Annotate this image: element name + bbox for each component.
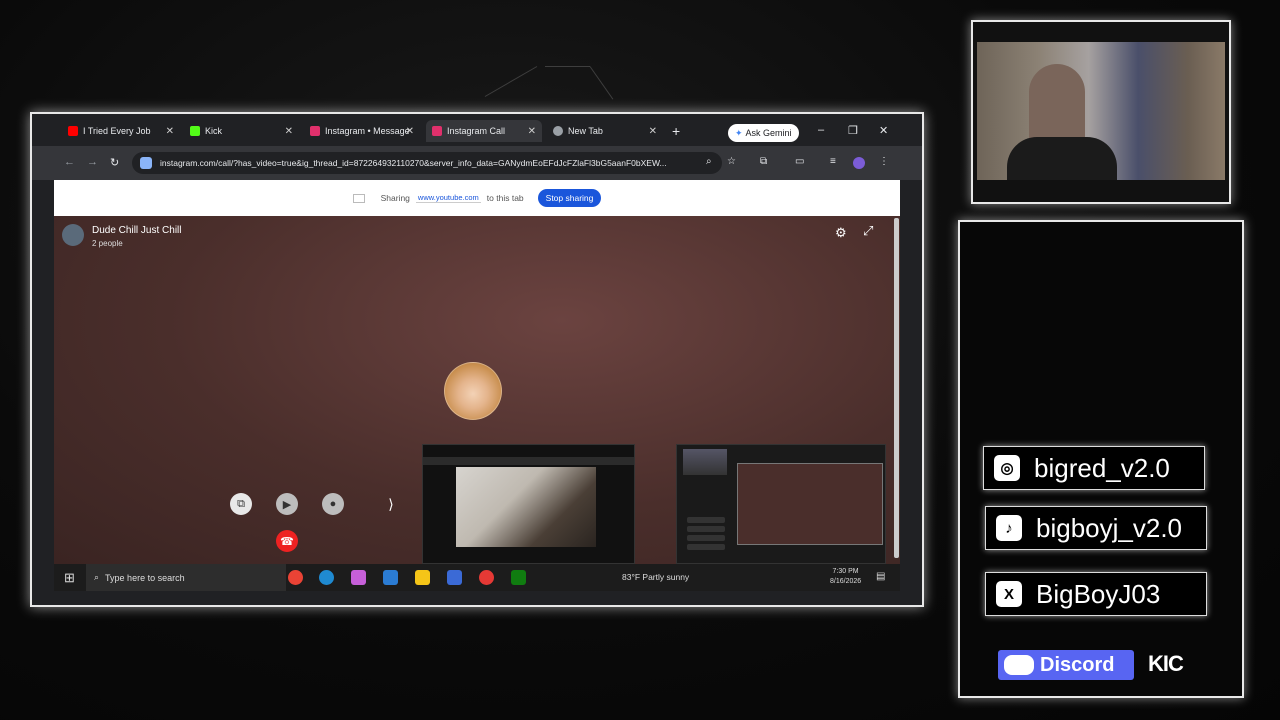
weather-widget[interactable]: 83°F Partly sunny — [622, 572, 689, 582]
end-call-button[interactable]: ☎ — [276, 530, 298, 552]
share-screen-icon — [352, 193, 365, 203]
screen-share-bar: Sharing www.youtube.com to this tab Stop… — [54, 180, 900, 216]
file-explorer-taskbar-icon[interactable] — [415, 570, 430, 585]
close-window-button[interactable]: ✕ — [879, 124, 888, 137]
social-tiktok: ♪ bigboyj_v2.0 — [985, 506, 1207, 550]
tab-instagram-call[interactable]: Instagram Call ✕ — [426, 120, 542, 142]
instagram-icon — [432, 126, 442, 136]
windows-start-icon[interactable]: ⊞ — [64, 570, 75, 586]
page-scrollbar[interactable] — [894, 218, 899, 558]
group-avatar — [62, 224, 84, 246]
webcam-overlay — [971, 20, 1231, 204]
store-taskbar-icon[interactable] — [447, 570, 462, 585]
outlook-taskbar-icon[interactable] — [383, 570, 398, 585]
tab-search-icon[interactable]: ▭ — [795, 156, 804, 167]
participant-count: 2 people — [92, 239, 123, 248]
screen-share-icon: ⧉ — [237, 497, 245, 510]
discord-badge: Discord — [998, 650, 1134, 680]
streamer-body — [1007, 137, 1117, 180]
discord-icon — [1004, 655, 1034, 675]
menu-kebab-icon[interactable]: ⋮ — [879, 156, 889, 167]
self-camera-preview — [683, 449, 727, 475]
taskbar-search-box[interactable]: ⌕ Type here to search — [86, 564, 286, 591]
restore-button[interactable]: ❐ — [848, 124, 858, 137]
social-instagram: ◎ bigred_v2.0 — [983, 446, 1205, 490]
group-name: Dude Chill Just Chill — [92, 225, 182, 236]
shared-screen-thumbnail[interactable] — [422, 444, 635, 564]
fullscreen-expand-icon[interactable]: ⤢ — [863, 223, 873, 239]
instagram-icon — [310, 126, 320, 136]
instagram-icon: ◎ — [994, 455, 1020, 481]
browser-window: I Tried Every Job ✕ Kick ✕ Instagram • M… — [30, 112, 924, 607]
camera-toggle-button[interactable]: ▶ — [276, 493, 298, 515]
thumbnail-video-frame — [456, 467, 596, 547]
chrome-icon — [553, 126, 563, 136]
back-arrow-icon[interactable]: ← — [64, 156, 75, 168]
shared-tab-url: www.youtube.com — [415, 193, 481, 203]
address-bar[interactable]: instagram.com/call/?has_video=true&ig_th… — [132, 152, 722, 174]
profile-avatar[interactable] — [853, 157, 865, 169]
share-screen-button[interactable]: ⧉ — [230, 493, 252, 515]
phone-hangup-icon: ☎ — [280, 535, 294, 548]
background-line — [484, 66, 538, 97]
chevron-right-icon: ⟩ — [388, 495, 394, 512]
zoom-icon[interactable]: ⌕ — [706, 156, 712, 167]
gemini-sparkle-icon: ✦ — [735, 127, 743, 138]
site-info-icon[interactable] — [140, 157, 152, 169]
new-tab-button[interactable]: + — [672, 123, 680, 139]
more-options-button[interactable]: ⟩ — [380, 493, 402, 515]
thumbnail-browser-bar — [423, 457, 634, 465]
url-text: instagram.com/call/?has_video=true&ig_th… — [160, 158, 667, 168]
taskbar-clock[interactable]: 7:30 PM 8/16/2026 — [830, 567, 861, 587]
tab-bar: I Tried Every Job ✕ Kick ✕ Instagram • M… — [32, 114, 922, 146]
close-tab-icon[interactable]: ✕ — [649, 126, 657, 137]
x-logo-icon: X — [996, 581, 1022, 607]
youtube-icon — [68, 126, 78, 136]
kick-icon — [190, 126, 200, 136]
background-line — [545, 66, 590, 67]
copilot-taskbar-icon[interactable] — [351, 570, 366, 585]
microphone-icon: ● — [329, 498, 337, 510]
background-line — [589, 66, 614, 100]
video-camera-icon: ▶ — [282, 498, 292, 511]
extensions-icon[interactable]: ⧉ — [760, 156, 767, 167]
chrome-taskbar-icon[interactable] — [288, 570, 303, 585]
xbox-taskbar-icon[interactable] — [511, 570, 526, 585]
tab-kick[interactable]: Kick ✕ — [184, 120, 299, 142]
forward-arrow-icon[interactable]: → — [87, 156, 98, 168]
stop-sharing-button[interactable]: Stop sharing — [537, 189, 602, 207]
close-tab-icon[interactable]: ✕ — [285, 126, 293, 137]
kick-logo: KIC — [1148, 651, 1184, 676]
tiktok-icon: ♪ — [996, 515, 1022, 541]
media-control-icon[interactable]: ≡ — [830, 156, 836, 167]
social-x: X BigBoyJ03 — [985, 572, 1207, 616]
thumbnail-screen-preview — [737, 463, 883, 545]
microphone-toggle-button[interactable]: ● — [322, 493, 344, 515]
settings-gear-icon[interactable]: ⚙ — [835, 225, 847, 241]
minimize-button[interactable]: – — [818, 124, 824, 136]
webcam-feed — [977, 42, 1225, 180]
edge-taskbar-icon[interactable] — [319, 570, 334, 585]
thumbnail-list — [687, 517, 725, 557]
tab-instagram-messages[interactable]: Instagram • Message ✕ — [304, 120, 420, 142]
bookmark-star-icon[interactable]: ☆ — [727, 156, 736, 167]
search-icon: ⌕ — [94, 572, 100, 582]
windows-taskbar: ⊞ ⌕ Type here to search 83°F Partly sunn… — [54, 564, 900, 591]
close-tab-icon[interactable]: ✕ — [166, 126, 174, 137]
browser-toolbar: ← → ↻ instagram.com/call/?has_video=true… — [32, 146, 922, 180]
tab-youtube[interactable]: I Tried Every Job ✕ — [62, 120, 180, 142]
self-view-thumbnail[interactable] — [676, 444, 886, 564]
close-tab-icon[interactable]: ✕ — [528, 126, 536, 137]
obs-taskbar-icon[interactable] — [479, 570, 494, 585]
close-tab-icon[interactable]: ✕ — [406, 126, 414, 137]
participant-avatar — [444, 362, 502, 420]
video-call-area: Dude Chill Just Chill 2 people ⚙ ⤢ ⧉ ▶ ●… — [54, 216, 900, 564]
tab-new-tab[interactable]: New Tab ✕ — [547, 120, 663, 142]
ask-gemini-button[interactable]: ✦ Ask Gemini — [728, 124, 799, 142]
reload-icon[interactable]: ↻ — [110, 156, 119, 169]
notification-icon[interactable]: ▤ — [876, 571, 885, 582]
